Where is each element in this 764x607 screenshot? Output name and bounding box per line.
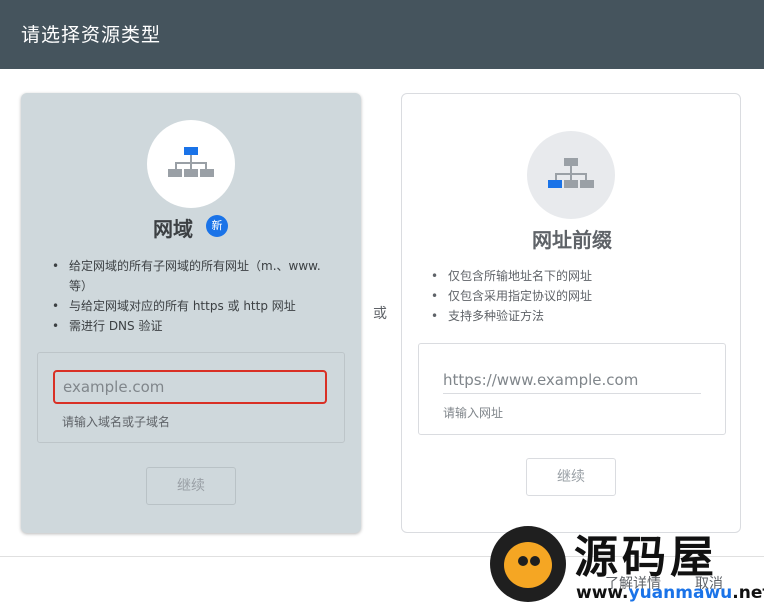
watermark: 源码屋 www.yuanmawu.net (488, 521, 764, 607)
prefix-input-box: 请输入网址 (418, 343, 726, 435)
watermark-url-prefix: www. (576, 583, 629, 603)
watermark-url-brand: yuanmawu (628, 583, 733, 603)
dialog-header: 请选择资源类型 (0, 0, 764, 69)
url-prefix-option-card[interactable]: 网址前缀 仅包含所输地址名下的网址 仅包含采用指定协议的网址 支持多种验证方法 … (401, 93, 741, 533)
logo-eye (518, 556, 528, 566)
domain-input[interactable] (53, 370, 327, 404)
monkey-logo-icon (490, 526, 566, 602)
sitemap-icon (168, 147, 214, 177)
list-item: 与给定网域对应的所有 https 或 http 网址 (49, 296, 339, 316)
or-separator: 或 (373, 306, 387, 322)
domain-icon-circle (147, 120, 235, 208)
domain-input-hint: 请输入域名或子域名 (62, 415, 171, 429)
domain-input-box: 请输入域名或子域名 (37, 352, 345, 443)
prefix-continue-button[interactable]: 继续 (526, 458, 616, 496)
domain-feature-list: 给定网域的所有子网域的所有网址（m.、www. 等） 与给定网域对应的所有 ht… (49, 256, 339, 336)
domain-option-card[interactable]: 网域 新 给定网域的所有子网域的所有网址（m.、www. 等） 与给定网域对应的… (21, 93, 361, 533)
list-item: 仅包含采用指定协议的网址 (428, 286, 718, 306)
domain-title: 网域 (153, 217, 193, 241)
list-item: 需进行 DNS 验证 (49, 316, 339, 336)
url-prefix-input[interactable] (443, 366, 701, 394)
list-item: 仅包含所输地址名下的网址 (428, 266, 718, 286)
list-item: 支持多种验证方法 (428, 306, 718, 326)
prefix-icon-circle (527, 131, 615, 219)
dialog-title: 请选择资源类型 (21, 24, 162, 46)
watermark-url: www.yuanmawu.net (576, 583, 764, 603)
sitemap-icon (548, 158, 594, 188)
prefix-feature-list: 仅包含所输地址名下的网址 仅包含采用指定协议的网址 支持多种验证方法 (428, 266, 718, 326)
prefix-input-hint: 请输入网址 (443, 406, 504, 420)
domain-continue-button[interactable]: 继续 (146, 467, 236, 505)
url-prefix-title: 网址前缀 (532, 228, 612, 252)
watermark-url-suffix: .net (732, 583, 764, 603)
new-badge: 新 (206, 215, 228, 237)
list-item: 给定网域的所有子网域的所有网址（m.、www. 等） (49, 256, 339, 296)
logo-eye (530, 556, 540, 566)
watermark-title: 源码屋 (574, 532, 718, 583)
